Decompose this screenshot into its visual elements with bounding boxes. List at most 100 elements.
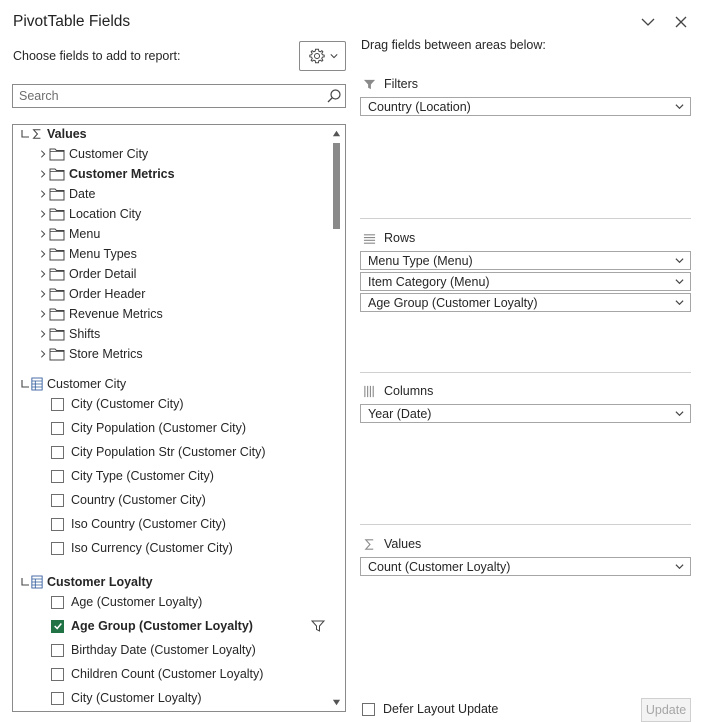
sigma-icon <box>31 128 43 140</box>
chevron-right-icon[interactable] <box>37 308 49 320</box>
field-checkbox[interactable] <box>51 619 64 633</box>
dropdown-arrow-icon <box>675 300 684 306</box>
folder-node[interactable]: Customer City <box>37 144 148 164</box>
filter-icon[interactable] <box>310 619 326 633</box>
chevron-right-icon[interactable] <box>37 168 49 180</box>
search-icon[interactable] <box>323 85 345 107</box>
chevron-right-icon[interactable] <box>37 208 49 220</box>
collapse-icon[interactable] <box>19 378 31 390</box>
folder-icon <box>49 287 65 301</box>
field-item[interactable]: Age (Customer Loyalty) <box>51 592 202 612</box>
collapse-pane-button[interactable] <box>637 11 659 33</box>
field-label: Customer Loyalty <box>47 575 153 589</box>
table-node[interactable]: Customer City <box>19 374 126 394</box>
scroll-thumb[interactable] <box>333 143 340 229</box>
folder-icon <box>49 307 65 321</box>
update-button[interactable]: Update <box>641 698 691 722</box>
values-area[interactable]: Count (Customer Loyalty) <box>360 557 691 578</box>
defer-layout-update[interactable]: Defer Layout Update <box>362 702 498 716</box>
field-item[interactable]: Age Group (Customer Loyalty) <box>51 616 253 636</box>
field-checkbox[interactable] <box>51 517 64 531</box>
field-list[interactable]: Values Customer City Customer Metrics Date L… <box>12 124 346 712</box>
field-checkbox[interactable] <box>51 445 64 459</box>
field-checkbox[interactable] <box>51 595 64 609</box>
rows-area-item[interactable]: Menu Type (Menu) <box>360 251 691 270</box>
field-label: Age (Customer Loyalty) <box>71 595 203 609</box>
field-label: Iso Country (Customer City) <box>71 517 226 531</box>
field-item[interactable]: Iso Country (Customer City) <box>51 514 226 534</box>
field-item[interactable]: Children Count (Customer Loyalty) <box>51 664 263 684</box>
rows-area[interactable]: Menu Type (Menu) Item Category (Menu) Age … <box>360 251 691 314</box>
table-node[interactable]: Customer Loyalty <box>19 572 153 592</box>
chevron-right-icon[interactable] <box>37 188 49 200</box>
values-area-header: Values <box>363 535 421 553</box>
field-checkbox[interactable] <box>51 643 64 657</box>
table-icon <box>31 575 43 589</box>
scroll-down-button[interactable] <box>328 694 345 711</box>
folder-icon <box>49 347 65 361</box>
field-list-scrollbar[interactable] <box>328 125 345 711</box>
rows-area-header: Rows <box>363 229 415 247</box>
dropdown-arrow-icon <box>675 258 684 264</box>
field-item[interactable]: Iso Currency (Customer City) <box>51 538 233 558</box>
field-checkbox[interactable] <box>51 397 64 411</box>
columns-area-item[interactable]: Year (Date) <box>360 404 691 423</box>
field-label: Country (Customer City) <box>71 493 206 507</box>
field-item[interactable]: Birthday Date (Customer Loyalty) <box>51 640 256 660</box>
folder-node[interactable]: Menu Types <box>37 244 137 264</box>
field-checkbox[interactable] <box>51 469 64 483</box>
area-item-label: Country (Location) <box>368 99 471 114</box>
chevron-right-icon[interactable] <box>37 248 49 260</box>
folder-node[interactable]: Customer Metrics <box>37 164 175 184</box>
chevron-right-icon[interactable] <box>37 288 49 300</box>
area-item-label: Item Category (Menu) <box>368 274 490 289</box>
field-item[interactable]: City (Customer Loyalty) <box>51 688 202 708</box>
field-item[interactable]: Country (Customer City) <box>51 490 206 510</box>
search-input[interactable] <box>13 85 323 107</box>
folder-node[interactable]: Date <box>37 184 95 204</box>
field-label: City (Customer City) <box>71 397 184 411</box>
field-item[interactable]: City Population Str (Customer City) <box>51 442 266 462</box>
chevron-right-icon[interactable] <box>37 328 49 340</box>
field-item[interactable]: City Population (Customer City) <box>51 418 246 438</box>
chevron-right-icon[interactable] <box>37 348 49 360</box>
values-group-node[interactable]: Values <box>19 125 87 144</box>
search-box[interactable] <box>12 84 346 108</box>
filter-icon <box>363 79 376 89</box>
filters-area-item[interactable]: Country (Location) <box>360 97 691 116</box>
field-item[interactable]: City Type (Customer City) <box>51 466 214 486</box>
filters-area[interactable]: Country (Location) <box>360 97 691 118</box>
panel-title: PivotTable Fields <box>13 13 131 30</box>
folder-node[interactable]: Order Header <box>37 284 145 304</box>
close-button[interactable] <box>670 11 692 33</box>
collapse-icon[interactable] <box>19 576 31 588</box>
rows-area-item[interactable]: Item Category (Menu) <box>360 272 691 291</box>
field-label: City Type (Customer City) <box>71 469 214 483</box>
folder-node[interactable]: Store Metrics <box>37 344 143 364</box>
folder-node[interactable]: Menu <box>37 224 100 244</box>
chevron-right-icon[interactable] <box>37 268 49 280</box>
field-checkbox[interactable] <box>51 493 64 507</box>
area-divider <box>360 524 691 525</box>
field-checkbox[interactable] <box>51 541 64 555</box>
folder-node[interactable]: Location City <box>37 204 141 224</box>
values-area-item[interactable]: Count (Customer Loyalty) <box>360 557 691 576</box>
folder-node[interactable]: Shifts <box>37 324 100 344</box>
field-label: Customer City <box>47 377 127 391</box>
tools-button[interactable] <box>299 41 346 71</box>
scroll-up-button[interactable] <box>328 125 345 142</box>
chevron-right-icon[interactable] <box>37 228 49 240</box>
rows-area-item[interactable]: Age Group (Customer Loyalty) <box>360 293 691 312</box>
chevron-right-icon[interactable] <box>37 148 49 160</box>
folder-node[interactable]: Order Detail <box>37 264 136 284</box>
field-item[interactable]: City (Customer City) <box>51 394 184 414</box>
collapse-icon[interactable] <box>19 128 31 140</box>
folder-node[interactable]: Revenue Metrics <box>37 304 163 324</box>
field-checkbox[interactable] <box>51 691 64 705</box>
field-checkbox[interactable] <box>51 421 64 435</box>
gear-icon <box>308 48 325 64</box>
choose-fields-label: Choose fields to add to report: <box>13 49 181 63</box>
field-checkbox[interactable] <box>51 667 64 681</box>
columns-area[interactable]: Year (Date) <box>360 404 691 425</box>
defer-checkbox[interactable] <box>362 702 375 716</box>
